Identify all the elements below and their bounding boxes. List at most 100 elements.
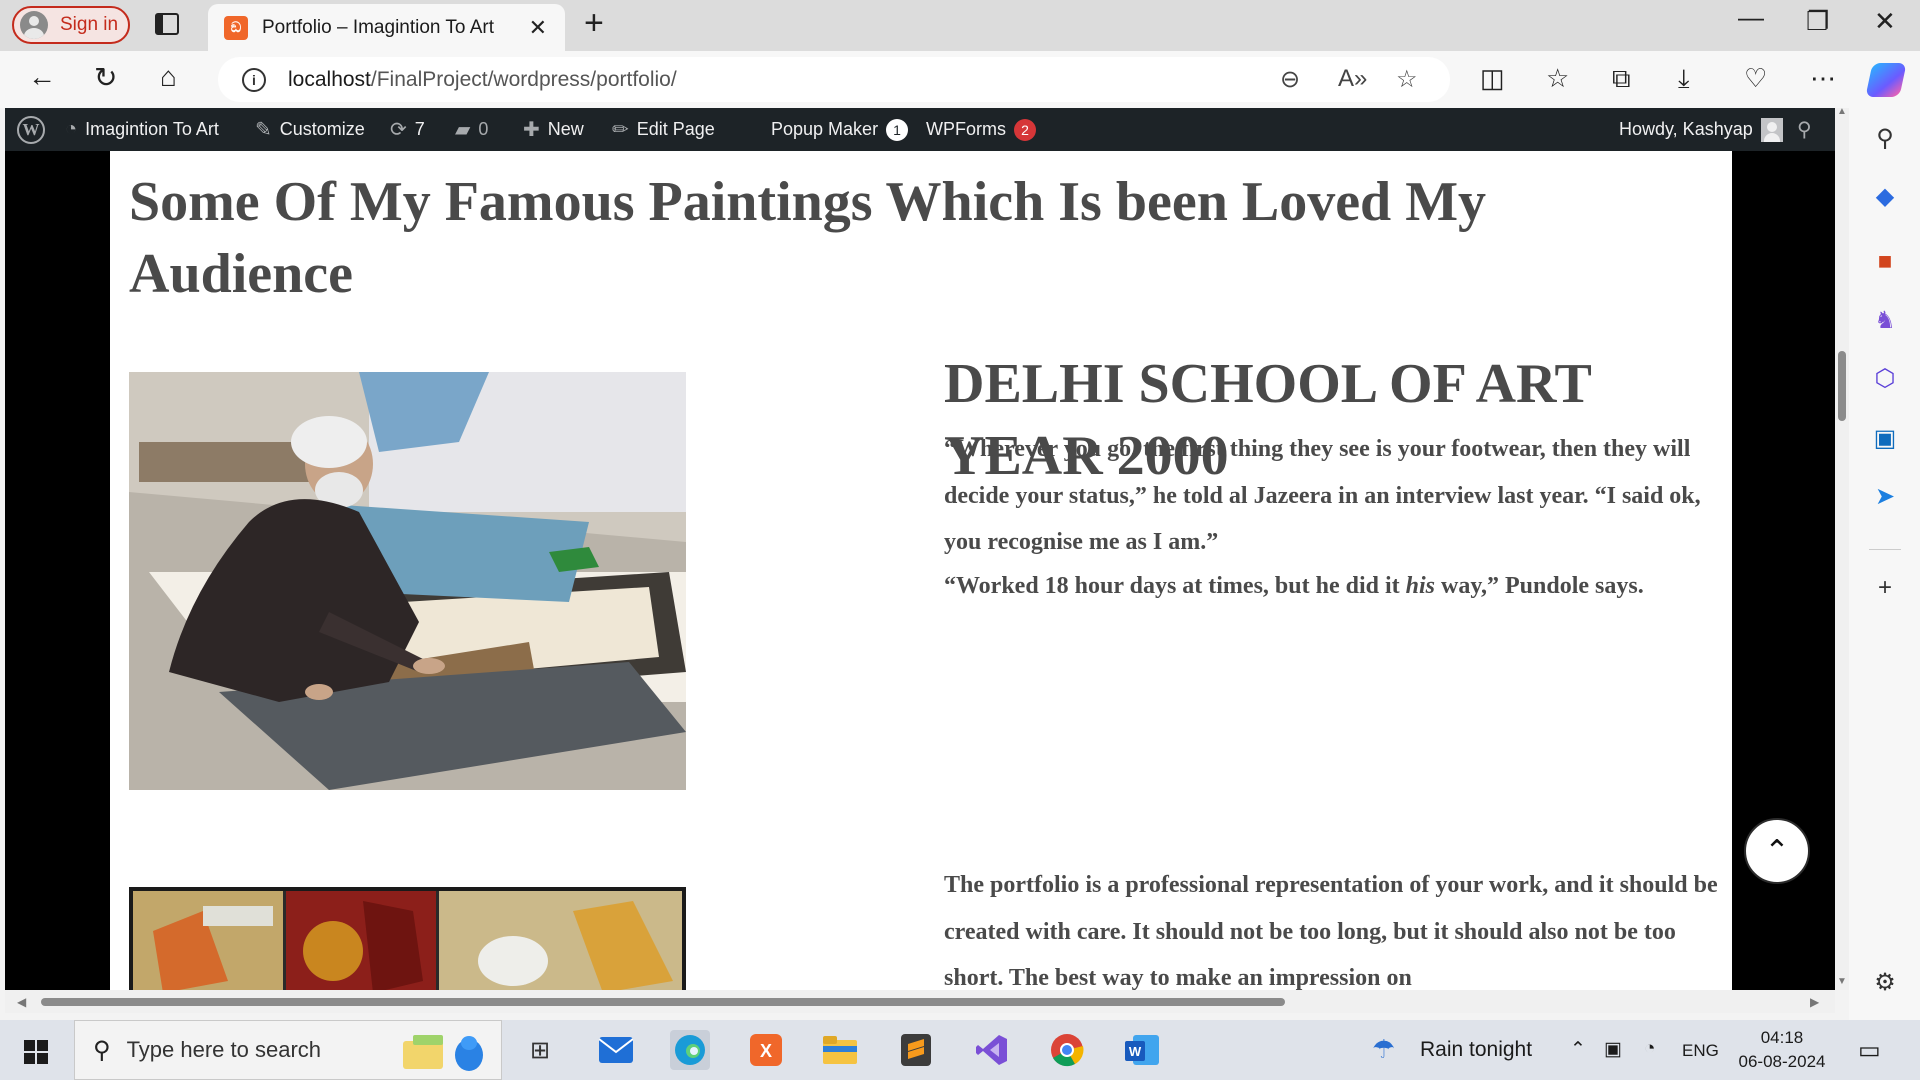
collections-icon[interactable]: ⧉ <box>1612 63 1631 95</box>
show-hidden-icons-chevron-icon[interactable]: ⌃ <box>1570 1038 1586 1061</box>
svg-text:X: X <box>760 1041 772 1061</box>
comment-bubble-icon: ▰ <box>455 119 471 141</box>
sign-in-label: Sign in <box>60 14 119 35</box>
vertical-scroll-thumb[interactable] <box>1838 351 1846 421</box>
wp-site-name[interactable]: ◔ Imagintion To Art <box>65 108 219 151</box>
wp-popup-maker[interactable]: Popup Maker 1 <box>771 108 909 151</box>
clock-date: 06-08-2024 <box>1738 1052 1826 1071</box>
site-name-label: Imagintion To Art <box>85 119 219 139</box>
language-indicator[interactable]: ENG <box>1682 1041 1719 1061</box>
microsoft-365-icon[interactable]: ⬡ <box>1871 364 1899 392</box>
wp-new-content[interactable]: ✚ New <box>523 108 584 151</box>
notifications-icon[interactable]: ▭ <box>1858 1036 1881 1065</box>
wp-edit-page[interactable]: ✏ Edit Page <box>612 108 715 151</box>
page-heading: Some Of My Famous Paintings Which Is bee… <box>129 171 1487 305</box>
sidebar-divider <box>1869 549 1901 550</box>
scroll-down-arrow-icon[interactable]: ▼ <box>1837 976 1847 987</box>
quote-2-start: “Worked 18 hour days at times, but he di… <box>944 573 1406 599</box>
outlook-icon[interactable]: ▣ <box>1871 424 1899 452</box>
edge-app-icon[interactable] <box>670 1030 710 1070</box>
task-view-icon[interactable]: ⊞ <box>520 1030 560 1070</box>
scroll-up-arrow-icon[interactable]: ▲ <box>1837 106 1847 117</box>
popup-maker-label: Popup Maker <box>771 119 879 139</box>
vertical-scrollbar[interactable]: ▲ ▼ <box>1835 106 1849 990</box>
sidebar-settings-gear-icon[interactable]: ⚙ <box>1871 968 1899 996</box>
wordpress-logo-icon: W <box>17 115 45 144</box>
wp-search[interactable]: ⚲ <box>1797 108 1812 151</box>
url-host: localhost <box>288 67 371 91</box>
shopping-tag-icon[interactable]: ◆ <box>1871 182 1899 210</box>
artist-painting-photo <box>129 372 686 790</box>
site-favicon-icon: ඞ <box>224 15 248 40</box>
more-menu-icon[interactable]: ⋯ <box>1810 63 1836 94</box>
zoom-out-icon[interactable]: ⊖ <box>1280 65 1300 94</box>
browser-essentials-icon[interactable]: ♡ <box>1744 63 1767 94</box>
back-to-top-button[interactable]: ⌃ <box>1744 818 1810 884</box>
scroll-left-arrow-icon[interactable]: ◀ <box>17 995 26 1009</box>
taskbar-search-placeholder: Type here to search <box>126 1037 322 1062</box>
close-tab-icon[interactable]: ✕ <box>529 15 547 41</box>
plus-icon: ✚ <box>523 119 540 141</box>
wp-admin-bar: W ◔ Imagintion To Art ✎ Customize ⟳ 7 ▰ … <box>5 108 1835 151</box>
tools-briefcase-icon[interactable]: ■ <box>1871 248 1899 276</box>
wp-logo-menu[interactable]: W <box>17 108 45 151</box>
xampp-app-icon[interactable]: X <box>746 1030 786 1070</box>
sidebar-search-icon[interactable]: ⚲ <box>1871 124 1899 152</box>
device-status-icon[interactable]: ▣ <box>1604 1038 1622 1061</box>
refresh-icon[interactable]: ↻ <box>94 61 117 94</box>
minimize-icon[interactable]: — <box>1738 2 1764 33</box>
word-app-icon[interactable]: W <box>1122 1030 1162 1070</box>
home-icon[interactable]: ⌂ <box>160 61 177 93</box>
portfolio-paragraph: The portfolio is a professional represen… <box>944 872 1718 990</box>
games-icon[interactable]: ♞ <box>1871 306 1899 334</box>
favorite-star-icon[interactable]: ☆ <box>1396 65 1418 94</box>
read-aloud-icon[interactable]: A» <box>1338 65 1367 93</box>
horizontal-scrollbar[interactable]: ◀ ▶ <box>5 990 1835 1013</box>
downloads-icon[interactable]: ⤓ <box>1678 63 1690 95</box>
chrome-app-icon[interactable] <box>1047 1030 1087 1070</box>
sublime-text-icon[interactable] <box>896 1030 936 1070</box>
dashboard-icon: ◔ <box>65 118 78 140</box>
windows-start-icon[interactable] <box>24 1040 48 1064</box>
file-explorer-icon[interactable] <box>820 1030 860 1070</box>
wifi-icon[interactable]: ◔ <box>1644 1038 1655 1060</box>
taskbar-search-box[interactable]: ⚲ Type here to search <box>74 1020 502 1080</box>
horizontal-scroll-thumb[interactable] <box>41 998 1285 1006</box>
mail-app-icon[interactable] <box>596 1030 636 1070</box>
add-sidebar-app-icon[interactable]: + <box>1871 574 1899 602</box>
user-avatar <box>1760 117 1783 142</box>
address-bar[interactable]: i localhost/FinalProject/wordpress/portf… <box>218 57 1450 102</box>
popup-maker-badge: 1 <box>886 118 909 141</box>
quote-paragraph-1: “Wherever you go, the first thing they s… <box>944 436 1701 555</box>
site-info-icon[interactable]: i <box>242 67 266 92</box>
pencil-icon: ✏ <box>612 119 629 141</box>
restore-icon[interactable]: ❐ <box>1806 6 1829 37</box>
wpforms-badge: 2 <box>1014 118 1036 141</box>
wp-updates[interactable]: ⟳ 7 <box>390 108 425 151</box>
wp-my-account[interactable]: Howdy, Kashyap <box>1619 108 1783 151</box>
scroll-right-arrow-icon[interactable]: ▶ <box>1810 995 1819 1009</box>
quote-2-emphasis: his <box>1405 573 1435 599</box>
send-icon[interactable]: ➤ <box>1871 482 1899 510</box>
window-close-icon[interactable]: ✕ <box>1874 6 1896 37</box>
new-tab-button[interactable]: + <box>584 4 604 43</box>
weather-label[interactable]: Rain tonight <box>1420 1038 1532 1062</box>
mural-painting-image <box>129 887 686 990</box>
svg-text:W: W <box>1129 1044 1142 1059</box>
wp-wpforms[interactable]: WPForms 2 <box>926 108 1036 151</box>
back-arrow-icon[interactable]: ← <box>28 61 56 93</box>
sign-in-button[interactable]: Sign in <box>12 6 130 44</box>
system-clock[interactable]: 04:18 06-08-2024 <box>1736 1026 1828 1074</box>
artist-photo-illustration <box>129 372 686 790</box>
active-tab[interactable]: ඞ Portfolio – Imagintion To Art ✕ <box>208 4 565 51</box>
browser-toolbar: ← ↻ ⌂ i localhost/FinalProject/wordpress… <box>0 51 1920 108</box>
wp-comments[interactable]: ▰ 0 <box>455 108 488 151</box>
visual-studio-icon[interactable] <box>972 1030 1012 1070</box>
favorites-icon[interactable]: ☆ <box>1546 63 1569 94</box>
copilot-icon[interactable] <box>1865 63 1907 97</box>
wp-customize[interactable]: ✎ Customize <box>255 108 365 151</box>
split-screen-icon[interactable]: ◫ <box>1480 63 1505 94</box>
weather-rain-icon[interactable]: ☂ <box>1372 1034 1395 1065</box>
tab-actions-icon[interactable] <box>155 13 179 35</box>
comments-count: 0 <box>478 119 489 139</box>
